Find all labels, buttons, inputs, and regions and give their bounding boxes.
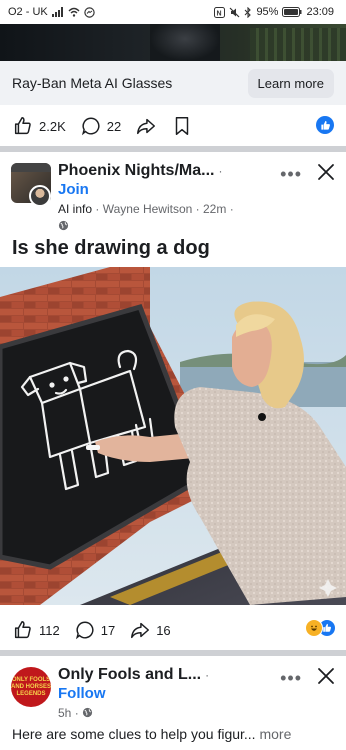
signal-icon bbox=[51, 7, 64, 17]
ad-cta-bar[interactable]: Ray-Ban Meta AI Glasses Learn more bbox=[0, 61, 346, 105]
ad-comment-count: 22 bbox=[106, 118, 122, 134]
globe-icon bbox=[58, 218, 69, 236]
globe-icon bbox=[82, 707, 93, 718]
post-text-2: Here are some clues to help you figur...… bbox=[12, 726, 291, 742]
ad-share-button[interactable] bbox=[135, 115, 157, 137]
haha-reaction-icon bbox=[305, 619, 323, 637]
post-image[interactable] bbox=[0, 267, 346, 605]
status-right: N 95% 23:09 bbox=[214, 6, 334, 18]
group-name[interactable]: Phoenix Nights/Ma... · bbox=[58, 162, 222, 180]
mute-icon bbox=[229, 7, 240, 18]
ad-title: Ray-Ban Meta AI Glasses bbox=[12, 75, 173, 91]
bluetooth-icon bbox=[244, 6, 252, 18]
group-name-dot-2: · bbox=[205, 668, 210, 682]
battery-percent: 95% bbox=[256, 6, 279, 18]
post-meta: AI info · Wayne Hewitson · 22m · bbox=[58, 202, 234, 216]
ad-image-foliage bbox=[250, 28, 346, 61]
share-icon bbox=[137, 118, 156, 135]
like-reaction-icon bbox=[316, 116, 334, 134]
svg-text:N: N bbox=[217, 10, 222, 17]
group-avatar-2[interactable]: ONLY FOOLS AND HORSES LEGENDS bbox=[11, 667, 51, 707]
learn-more-button[interactable]: Learn more bbox=[247, 68, 334, 98]
group-name-text: Phoenix Nights/Ma... bbox=[58, 162, 215, 179]
post-time: 22m bbox=[203, 202, 227, 216]
clock: 23:09 bbox=[306, 6, 334, 18]
comment-icon bbox=[75, 621, 94, 640]
post-text: Is she drawing a dog bbox=[12, 237, 210, 259]
see-more-link[interactable]: more bbox=[259, 726, 291, 742]
author-name[interactable]: Wayne Hewitson bbox=[103, 202, 193, 216]
post-photo bbox=[0, 267, 346, 605]
post-meta-2: 5h · bbox=[58, 706, 93, 720]
post-time-2: 5h bbox=[58, 706, 72, 720]
comment-icon bbox=[81, 117, 100, 136]
post-text-2-body: Here are some clues to help you figur... bbox=[12, 726, 256, 742]
wifi-icon bbox=[68, 7, 80, 17]
meta-dot: · bbox=[95, 202, 103, 216]
ad-comment-button[interactable]: 22 bbox=[80, 115, 121, 137]
messenger-icon bbox=[84, 6, 95, 18]
post-like-count: 112 bbox=[39, 622, 60, 638]
user-avatar[interactable] bbox=[29, 185, 51, 207]
like-icon bbox=[14, 117, 31, 135]
ai-info-link[interactable]: AI info bbox=[58, 202, 92, 216]
more-options-icon[interactable]: ••• bbox=[280, 164, 302, 185]
ad-action-row: 2.2K 22 bbox=[0, 106, 346, 146]
reaction-badges[interactable] bbox=[305, 619, 336, 637]
ad-like-button[interactable]: 2.2K bbox=[12, 115, 66, 137]
group-name-2[interactable]: Only Fools and L... · bbox=[58, 666, 209, 684]
meta-dot: · bbox=[229, 202, 234, 216]
meta-dot: · bbox=[74, 706, 83, 720]
post-action-row: 112 17 16 bbox=[0, 610, 346, 650]
like-icon bbox=[14, 621, 31, 639]
join-link[interactable]: Join bbox=[58, 181, 89, 198]
more-options-icon[interactable]: ••• bbox=[280, 668, 302, 689]
group-avatar-band bbox=[11, 163, 51, 172]
post-comment-button[interactable]: 17 bbox=[74, 619, 115, 641]
status-bar: O2 - UK N 95% 23:09 bbox=[0, 0, 346, 24]
share-icon bbox=[131, 622, 150, 639]
battery-icon bbox=[282, 7, 302, 17]
bookmark-icon bbox=[175, 117, 189, 135]
post-comment-count: 17 bbox=[100, 622, 116, 638]
post-share-count: 16 bbox=[156, 622, 171, 638]
follow-link[interactable]: Follow bbox=[58, 685, 106, 702]
status-left: O2 - UK bbox=[8, 6, 95, 18]
nfc-icon: N bbox=[214, 6, 226, 18]
group-name-dot: · bbox=[218, 164, 223, 178]
carrier-label: O2 - UK bbox=[8, 6, 48, 18]
post-header: Phoenix Nights/Ma... · Join AI info · Way… bbox=[0, 152, 346, 232]
ad-save-button[interactable] bbox=[171, 115, 193, 137]
ad-image[interactable] bbox=[0, 24, 346, 61]
ad-like-count: 2.2K bbox=[39, 118, 66, 134]
meta-dot: · bbox=[195, 202, 203, 216]
post-header-2: ONLY FOOLS AND HORSES LEGENDS Only Fools a… bbox=[0, 656, 346, 736]
group-name-text-2: Only Fools and L... bbox=[58, 666, 202, 683]
post-share-button[interactable]: 16 bbox=[129, 619, 171, 641]
post-like-button[interactable]: 112 bbox=[12, 619, 60, 641]
ad-image-figure bbox=[150, 24, 220, 61]
close-icon[interactable] bbox=[314, 664, 338, 688]
group-avatar-logo: ONLY FOOLS AND HORSES LEGENDS bbox=[11, 676, 51, 697]
close-icon[interactable] bbox=[314, 160, 338, 184]
